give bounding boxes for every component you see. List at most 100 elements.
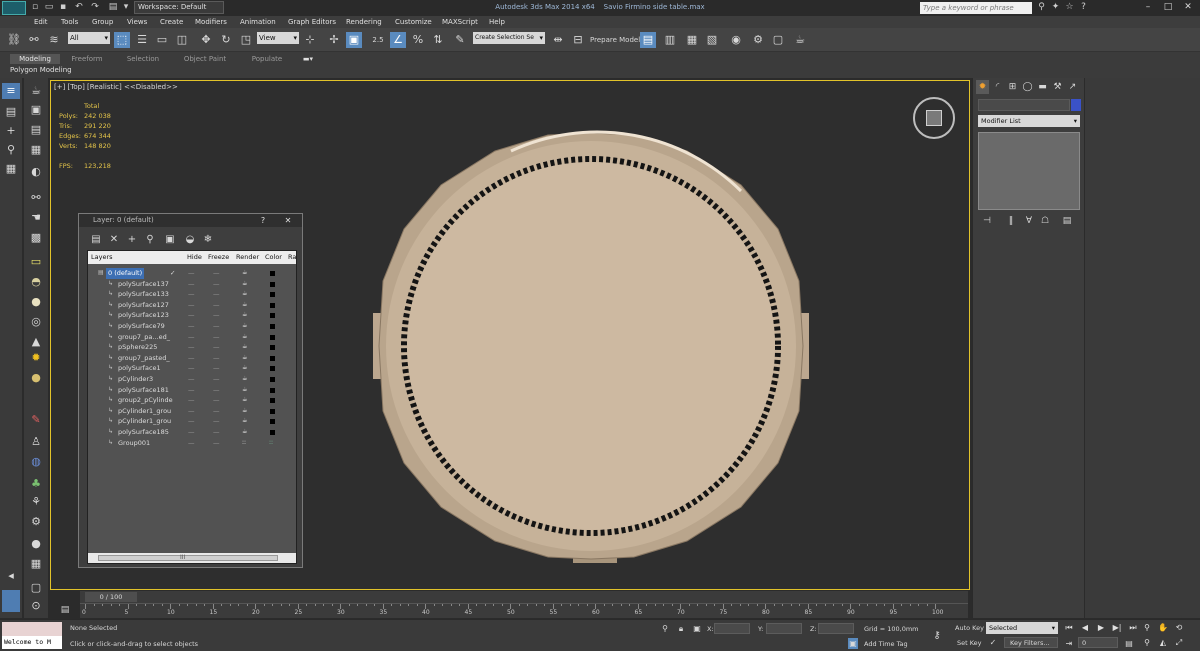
hide-toggle-icon[interactable]: — [188,321,195,332]
hide-toggle-icon[interactable]: — [188,427,195,438]
grid-icon[interactable]: ▦ [27,142,45,158]
render-teapot-icon[interactable]: ☕ [242,374,247,385]
go-to-end-icon[interactable]: ⏭ [1126,622,1140,634]
layer-row-name[interactable]: pCylinder3 [118,374,153,385]
freeze-toggle-icon[interactable]: — [213,427,220,438]
panel-extra-icon[interactable]: ↗ [1066,80,1079,94]
layer-row[interactable]: ↳ polySurface123 — — ☕ [88,310,296,321]
configure-sets-icon[interactable]: ▤ [1061,215,1073,227]
minimize-icon[interactable]: – [1140,1,1156,14]
ribbon-options-icon[interactable]: ▬▾ [298,54,318,64]
menu-maxscript[interactable]: MAXScript [442,17,478,27]
menu-customize[interactable]: Customize [395,17,432,27]
layer-dialog[interactable]: Layer: 0 (default) ? ✕ ▤ ✕ + ⚲ ▣ ◒ ❄ Lay… [78,213,303,568]
absolute-mode-icon[interactable]: ▣ [692,623,702,634]
layer-row-name[interactable]: Group001 [118,438,150,449]
hide-toggle-icon[interactable]: — [188,300,195,311]
render-teapot-icon[interactable]: ☕ [242,385,247,396]
render-teapot-icon[interactable]: ☕ [242,289,247,300]
box-icon[interactable]: ▣ [27,102,45,118]
set-key-icon[interactable]: ✓ [988,637,998,648]
binoculars-icon[interactable]: ⚲ [1036,2,1047,13]
freeze-all-icon[interactable]: ❄ [201,234,215,246]
layer-color-swatch[interactable] [270,398,275,404]
sun-light-icon[interactable]: ✹ [27,350,45,366]
bind-space-warp-icon[interactable]: ≋ [46,32,62,48]
layer-row[interactable]: ↳ polySurface79 — — ☕ [88,321,296,332]
maxscript-listener[interactable] [2,622,62,636]
menu-tools[interactable]: Tools [61,17,78,27]
hide-toggle-icon[interactable]: — [188,363,195,374]
curve-editor-icon[interactable]: ▧ [704,32,720,48]
unlink-icon[interactable]: ⚯ [26,32,42,48]
selection-lock-icon[interactable]: 🔒︎ [676,623,686,634]
light-bulb-icon[interactable]: ◐ [27,164,45,180]
layer-row-name[interactable]: polySurface1 [118,363,161,374]
rendered-frame-window-icon[interactable]: ▢ [770,32,786,48]
panel-toggle-icon[interactable] [2,590,20,612]
layer-row-name[interactable]: pCylinder1_grou [118,406,171,417]
time-tag-icon[interactable]: ▣ [848,638,858,649]
display-panel-icon[interactable]: ▬ [1036,80,1049,94]
help-icon[interactable]: ? [1078,2,1089,13]
graphite-toggle-icon[interactable]: ▦ [684,32,700,48]
render-teapot-icon[interactable]: ☕ [242,427,247,438]
hide-toggle-icon[interactable]: — [188,279,195,290]
hide-all-icon[interactable]: ◒ [183,234,197,246]
color-mixed-icon[interactable]: :: [269,438,273,449]
delete-layer-icon[interactable]: ✕ [107,234,121,246]
layer-color-swatch[interactable] [270,281,275,287]
teapot-icon[interactable]: ☕ [27,83,45,99]
col-radiosity[interactable]: Rad [288,251,296,264]
layer-color-swatch[interactable] [270,345,275,351]
tree-icon[interactable]: ♣ [27,476,45,492]
table-model-geometry[interactable] [373,130,809,563]
scene-explorer-icon[interactable]: ▤ [640,32,656,48]
add-time-tag[interactable]: Add Time Tag [864,640,908,648]
col-hide[interactable]: Hide [187,251,202,264]
layer-color-swatch[interactable] [270,387,275,393]
freeze-toggle-icon[interactable]: — [213,268,220,279]
hide-toggle-icon[interactable]: — [188,332,195,343]
globe-icon[interactable]: ◍ [27,454,45,470]
render-teapot-icon[interactable]: ☕ [242,321,247,332]
highlight-layer-icon[interactable]: ▣ [163,234,177,246]
next-frame-icon[interactable]: ▶| [1110,622,1124,634]
link-strip-icon[interactable]: ⚯ [27,190,45,206]
hide-toggle-icon[interactable]: — [188,353,195,364]
hide-toggle-icon[interactable]: — [188,374,195,385]
tab-object-paint[interactable]: Object Paint [180,54,230,64]
material-editor-icon[interactable]: ◉ [728,32,744,48]
move-icon[interactable]: ✥ [198,32,214,48]
layer-row-name[interactable]: group7_pa...ed_ [118,332,170,343]
hand-icon[interactable]: ☚ [27,210,45,226]
maximize-viewport-icon[interactable]: ⤢ [1172,637,1186,649]
utilities-panel-icon[interactable]: ⚒ [1051,80,1064,94]
layer-color-swatch[interactable] [270,292,275,298]
menu-views[interactable]: Views [127,17,147,27]
layer-row-name[interactable]: polySurface127 [118,300,169,311]
list-icon[interactable]: ▤ [27,122,45,138]
render-teapot-icon[interactable]: ☕ [242,268,247,279]
go-to-start-icon[interactable]: ⏮ [1062,622,1076,634]
layer-row[interactable]: ▤ 0 (default) ✓ — — ☕ [88,268,296,279]
select-in-layer-icon[interactable]: ⚲ [143,234,157,246]
layer-color-swatch[interactable] [270,377,275,382]
show-end-result-icon[interactable]: ‖ [1005,215,1017,227]
x-coordinate-field[interactable] [714,623,750,634]
layer-color-swatch[interactable] [270,271,275,276]
layer-color-swatch[interactable] [270,419,275,425]
plane-icon[interactable]: ▭ [27,254,45,270]
box-stack-icon[interactable]: ▩ [27,230,45,246]
prepare-model-button[interactable]: Prepare Model [590,36,640,44]
key-filters-button[interactable]: Key Filters... [1004,637,1058,648]
render-teapot-icon[interactable]: ☕ [242,279,247,290]
layer-row[interactable]: ↳ polySurface185 — — ☕ [88,427,296,438]
layer-row-name[interactable]: polySurface181 [118,385,169,396]
rectangular-selection-icon[interactable]: ▭ [154,32,170,48]
y-coordinate-field[interactable] [766,623,802,634]
orbit-icon[interactable]: ⟲ [1172,622,1186,634]
hide-toggle-icon[interactable]: — [188,289,195,300]
render-teapot-icon[interactable]: ☕ [242,342,247,353]
layer-list[interactable]: Layers Hide Freeze Render Color Rad ▤0 (… [87,250,297,564]
